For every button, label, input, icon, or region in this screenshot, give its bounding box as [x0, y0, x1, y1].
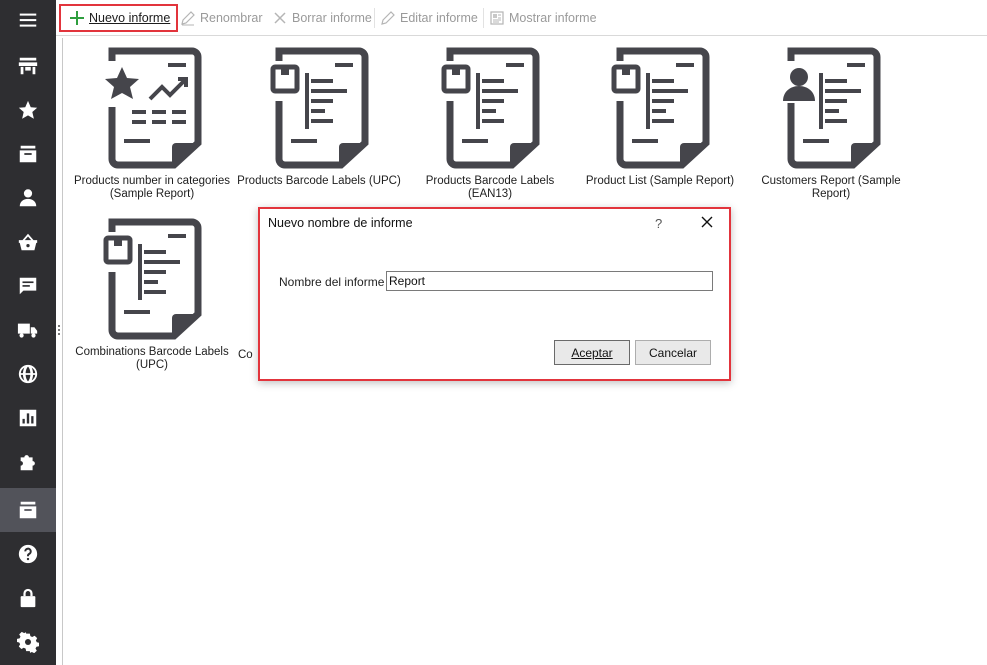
show-report-button[interactable]: Mostrar informe: [489, 5, 597, 31]
toolbar-divider: [374, 8, 375, 28]
delete-report-label: Borrar informe: [292, 11, 372, 25]
gear-icon: [17, 631, 39, 653]
rename-button[interactable]: Renombrar: [180, 5, 263, 31]
splitter-grip[interactable]: [58, 325, 60, 337]
reports-icon: [19, 501, 37, 519]
plus-icon: [70, 11, 84, 25]
sidebar-item-customers[interactable]: [0, 176, 56, 220]
new-report-label: Nuevo informe: [89, 11, 171, 25]
sidebar-item-settings[interactable]: [0, 620, 56, 664]
report-tile[interactable]: Products number in categories (Sample Re…: [67, 47, 237, 201]
report-name-input[interactable]: [386, 271, 713, 291]
cancel-label: Cancelar: [648, 345, 698, 360]
report-barcode-icon: [610, 47, 710, 169]
edit-icon: [381, 11, 395, 25]
sidebar-item-security[interactable]: [0, 576, 56, 620]
report-caption: Products number in categories (Sample Re…: [74, 175, 230, 200]
cancel-button[interactable]: Cancelar: [635, 340, 711, 365]
truck-icon: [17, 323, 38, 338]
sidebar-item-reports[interactable]: [0, 488, 56, 532]
new-report-button[interactable]: Nuevo informe: [59, 4, 179, 32]
report-tile[interactable]: Products Barcode Labels (UPC): [234, 47, 404, 188]
sidebar-item-favorites[interactable]: [0, 88, 56, 132]
report-barcode-icon: [440, 47, 540, 169]
sidebar-item-orders[interactable]: [0, 132, 56, 176]
report-caption: Combinations Barcode Labels (UPC): [75, 346, 229, 371]
close-button[interactable]: [700, 215, 718, 233]
accept-button[interactable]: Aceptar: [554, 340, 630, 365]
edit-report-button[interactable]: Editar informe: [380, 5, 478, 31]
edit-report-label: Editar informe: [400, 11, 478, 25]
menu-button[interactable]: [0, 0, 56, 40]
report-name-label: Nombre del informe: [279, 275, 385, 289]
sidebar-item-help[interactable]: [0, 532, 56, 576]
report-caption: Products Barcode Labels (EAN13): [425, 175, 555, 200]
sidebar-item-localization[interactable]: [0, 352, 56, 396]
report-view-icon: [490, 11, 504, 25]
report-caption: Products Barcode Labels (UPC): [237, 175, 401, 187]
report-tile[interactable]: Combinations Barcode Labels (UPC): [67, 218, 237, 372]
star-icon: [18, 100, 38, 119]
sidebar: [0, 0, 56, 665]
report-tile[interactable]: Product List (Sample Report): [575, 47, 745, 188]
help-icon: [18, 544, 38, 564]
menu-icon: [19, 13, 37, 27]
basket-icon: [18, 233, 38, 251]
person-icon: [19, 189, 37, 207]
sidebar-item-messages[interactable]: [0, 264, 56, 308]
lock-icon: [20, 588, 36, 608]
close-icon: [274, 12, 286, 24]
pencil-icon: [181, 11, 195, 26]
puzzle-icon: [20, 455, 35, 471]
toolbar-divider: [483, 8, 484, 28]
show-report-label: Mostrar informe: [509, 11, 597, 25]
sidebar-item-shipping[interactable]: [0, 308, 56, 352]
report-star-chart-icon: [102, 47, 202, 169]
sidebar-item-modules[interactable]: [0, 440, 56, 484]
report-barcode-icon: [269, 47, 369, 169]
chat-icon: [19, 277, 37, 295]
rename-label: Renombrar: [200, 11, 263, 25]
delete-report-button[interactable]: Borrar informe: [272, 5, 372, 31]
report-person-icon: [781, 47, 881, 169]
report-caption: Product List (Sample Report): [585, 175, 735, 187]
chart-icon: [19, 409, 37, 427]
report-barcode-icon: [102, 218, 202, 340]
toolbar: Nuevo informe Renombrar Borrar informe E…: [56, 0, 987, 36]
globe-icon: [18, 364, 38, 384]
help-button[interactable]: ?: [655, 216, 662, 231]
sidebar-item-carts[interactable]: [0, 220, 56, 264]
sidebar-item-store[interactable]: [0, 44, 56, 88]
new-report-name-dialog: Nuevo nombre de informe ? Nombre del inf…: [258, 207, 731, 381]
report-caption: Customers Report (Sample Report): [761, 175, 901, 200]
report-tile[interactable]: Products Barcode Labels (EAN13): [405, 47, 575, 201]
inbox-icon: [19, 145, 37, 163]
report-tile[interactable]: Customers Report (Sample Report): [746, 47, 916, 201]
dialog-title: Nuevo nombre de informe: [268, 216, 413, 230]
sidebar-item-stats[interactable]: [0, 396, 56, 440]
accept-label: Aceptar: [571, 345, 613, 360]
store-icon: [18, 57, 38, 75]
close-icon: [701, 216, 713, 228]
